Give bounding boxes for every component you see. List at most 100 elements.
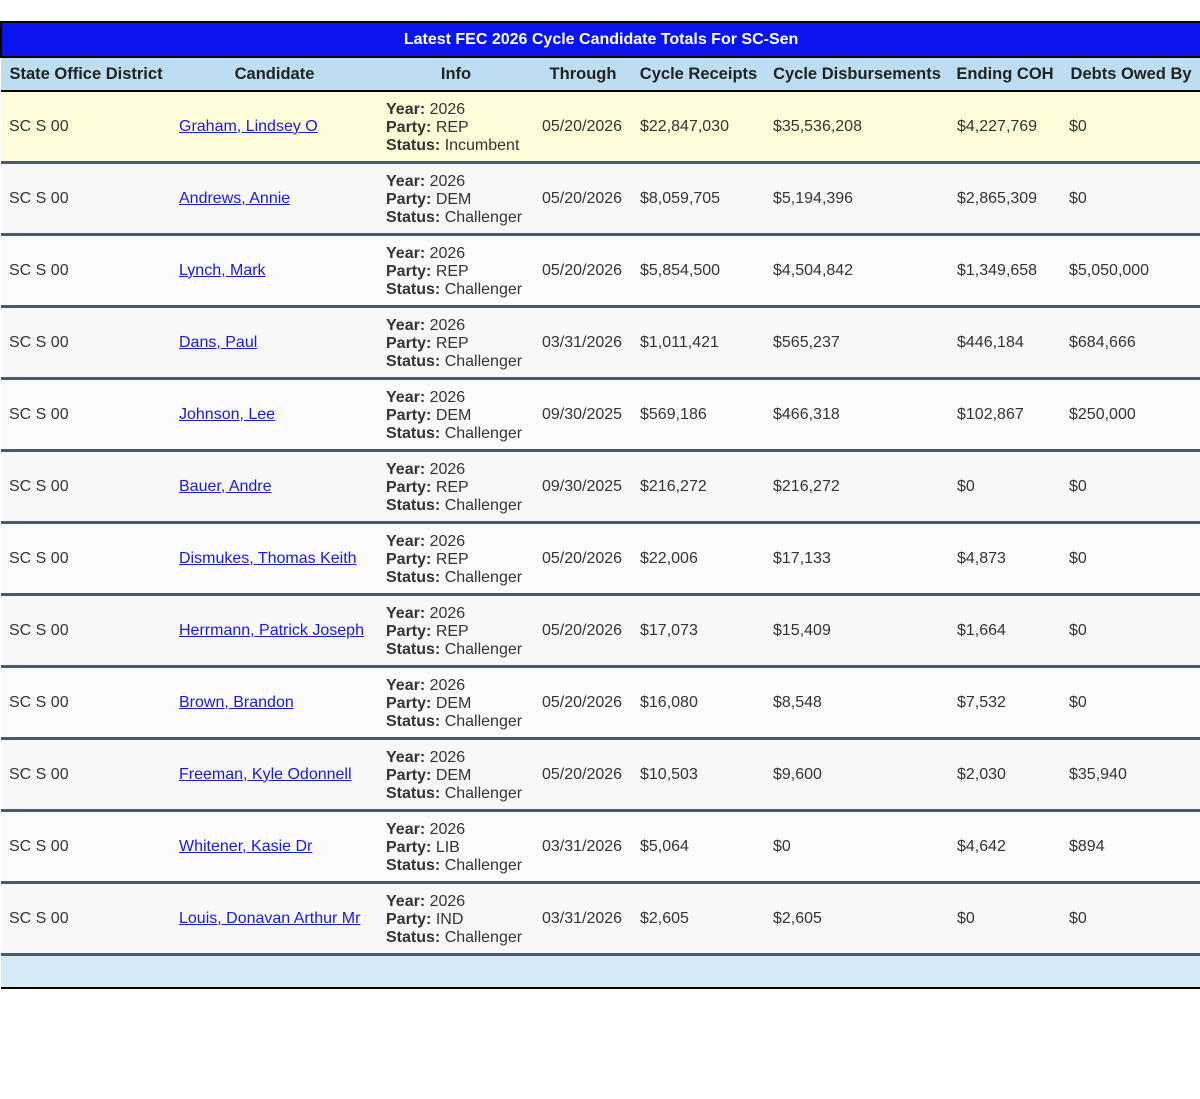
info-year-label: Year:	[386, 388, 426, 406]
candidate-link[interactable]: Lynch, Mark	[179, 262, 266, 279]
info-year: Year: 2026	[386, 245, 534, 263]
cell-district: SC S 00	[1, 666, 171, 740]
column-header-receipts[interactable]: Cycle Receipts	[632, 57, 765, 92]
info-party-label: Party:	[386, 118, 432, 136]
cell-through: 05/20/2026	[534, 234, 632, 308]
info-party-value: REP	[435, 550, 469, 568]
cell-through: 03/31/2026	[534, 882, 632, 956]
candidate-link[interactable]: Graham, Lindsey O	[179, 118, 318, 135]
cell-ending-coh: $2,865,309	[949, 162, 1061, 236]
info-party-label: Party:	[386, 910, 432, 928]
candidate-link[interactable]: Dismukes, Thomas Keith	[179, 550, 357, 567]
info-party-label: Party:	[386, 838, 432, 856]
cell-through: 03/31/2026	[534, 810, 632, 884]
info-party: Party: REP	[386, 623, 534, 641]
column-header-through[interactable]: Through	[534, 57, 632, 92]
cell-info: Year: 2026 Party: IND Status: Challenger	[378, 882, 534, 956]
table-row: SC S 00 Herrmann, Patrick Joseph Year: 2…	[1, 594, 1200, 668]
cell-ending-coh: $0	[949, 882, 1061, 956]
cell-disbursements: $0	[765, 810, 949, 884]
table-row: SC S 00 Brown, Brandon Year: 2026 Party:…	[1, 666, 1200, 740]
cell-ending-coh: $0	[949, 450, 1061, 524]
column-header-debts[interactable]: Debts Owed By	[1061, 57, 1200, 92]
cell-district: SC S 00	[1, 882, 171, 956]
cell-disbursements: $15,409	[765, 594, 949, 668]
info-party-value: DEM	[435, 766, 472, 784]
cell-receipts: $5,064	[632, 810, 765, 884]
info-party-value: DEM	[435, 406, 472, 424]
info-year: Year: 2026	[386, 101, 534, 119]
column-header-info[interactable]: Info	[378, 57, 534, 92]
cell-through: 05/20/2026	[534, 162, 632, 236]
cell-ending-coh: $446,184	[949, 306, 1061, 380]
info-status: Status: Incumbent	[386, 137, 534, 155]
info-status: Status: Challenger	[386, 281, 534, 299]
info-status-label: Status:	[386, 712, 441, 730]
info-party-value: REP	[435, 118, 469, 136]
table-row: SC S 00 Graham, Lindsey O Year: 2026 Par…	[1, 91, 1200, 164]
cell-ending-coh: $4,873	[949, 522, 1061, 596]
column-header-ending-coh[interactable]: Ending COH	[949, 57, 1061, 92]
candidate-link[interactable]: Andrews, Annie	[179, 190, 290, 207]
info-party-label: Party:	[386, 622, 432, 640]
info-status-value: Challenger	[444, 424, 523, 442]
cell-through: 05/20/2026	[534, 594, 632, 668]
info-year: Year: 2026	[386, 821, 534, 839]
info-party-label: Party:	[386, 766, 432, 784]
cell-through: 05/20/2026	[534, 522, 632, 596]
info-year-value: 2026	[429, 748, 466, 766]
info-year: Year: 2026	[386, 605, 534, 623]
table-row: SC S 00 Dans, Paul Year: 2026 Party: REP…	[1, 306, 1200, 380]
info-party-label: Party:	[386, 262, 432, 280]
cell-debts: $5,050,000	[1061, 234, 1200, 308]
cell-receipts: $569,186	[632, 378, 765, 452]
info-year: Year: 2026	[386, 677, 534, 695]
info-status-label: Status:	[386, 928, 441, 946]
column-header-candidate[interactable]: Candidate	[171, 57, 378, 92]
candidate-totals-table: Latest FEC 2026 Cycle Candidate Totals F…	[0, 21, 1200, 989]
candidate-link[interactable]: Dans, Paul	[179, 334, 257, 351]
info-party: Party: IND	[386, 911, 534, 929]
candidate-link[interactable]: Johnson, Lee	[179, 406, 275, 423]
cell-debts: $0	[1061, 450, 1200, 524]
cell-district: SC S 00	[1, 810, 171, 884]
cell-candidate: Dismukes, Thomas Keith	[171, 522, 378, 596]
table-title-row: Latest FEC 2026 Cycle Candidate Totals F…	[0, 21, 1200, 58]
info-status: Status: Challenger	[386, 425, 534, 443]
table-footer-row	[1, 954, 1200, 989]
cell-receipts: $1,011,421	[632, 306, 765, 380]
candidate-link[interactable]: Bauer, Andre	[179, 478, 272, 495]
cell-receipts: $216,272	[632, 450, 765, 524]
info-party-value: REP	[435, 478, 469, 496]
info-status-value: Challenger	[444, 352, 523, 370]
cell-info: Year: 2026 Party: REP Status: Challenger	[378, 450, 534, 524]
info-year: Year: 2026	[386, 749, 534, 767]
cell-debts: $0	[1061, 594, 1200, 668]
candidate-link[interactable]: Freeman, Kyle Odonnell	[179, 766, 352, 783]
info-party-label: Party:	[386, 190, 432, 208]
info-party-label: Party:	[386, 550, 432, 568]
cell-disbursements: $17,133	[765, 522, 949, 596]
column-header-district[interactable]: State Office District	[1, 57, 171, 92]
cell-candidate: Herrmann, Patrick Joseph	[171, 594, 378, 668]
cell-disbursements: $5,194,396	[765, 162, 949, 236]
table-row: SC S 00 Whitener, Kasie Dr Year: 2026 Pa…	[1, 810, 1200, 884]
cell-candidate: Louis, Donavan Arthur Mr	[171, 882, 378, 956]
info-status-label: Status:	[386, 568, 441, 586]
info-status: Status: Challenger	[386, 713, 534, 731]
candidate-link[interactable]: Whitener, Kasie Dr	[179, 838, 312, 855]
cell-info: Year: 2026 Party: REP Status: Challenger	[378, 594, 534, 668]
cell-debts: $0	[1061, 162, 1200, 236]
info-party-value: REP	[435, 262, 469, 280]
candidate-link[interactable]: Brown, Brandon	[179, 694, 294, 711]
candidate-link[interactable]: Louis, Donavan Arthur Mr	[179, 910, 360, 927]
info-year-value: 2026	[429, 820, 466, 838]
cell-disbursements: $9,600	[765, 738, 949, 812]
info-party-label: Party:	[386, 694, 432, 712]
cell-ending-coh: $102,867	[949, 378, 1061, 452]
info-year: Year: 2026	[386, 389, 534, 407]
info-status-label: Status:	[386, 496, 441, 514]
cell-info: Year: 2026 Party: REP Status: Challenger	[378, 522, 534, 596]
column-header-disbursements[interactable]: Cycle Disbursements	[765, 57, 949, 92]
candidate-link[interactable]: Herrmann, Patrick Joseph	[179, 622, 364, 639]
